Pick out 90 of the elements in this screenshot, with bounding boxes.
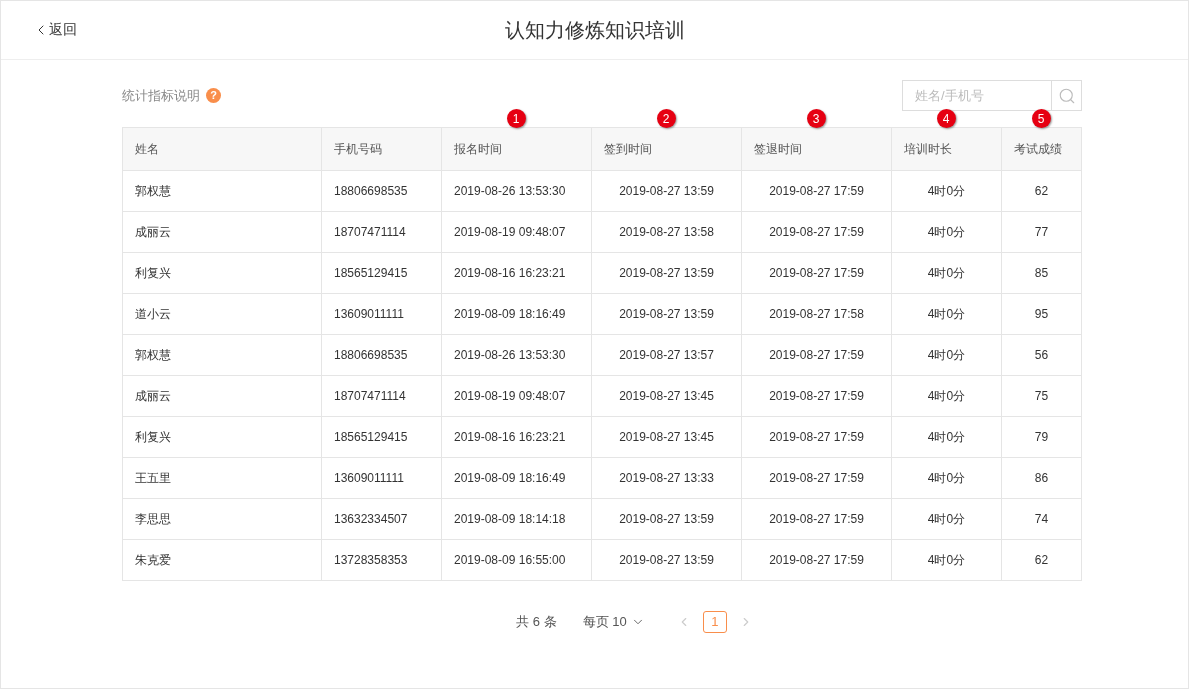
number-badge: 4 [936,109,956,128]
table-cell: 77 [1001,211,1082,253]
number-badge: 5 [1031,109,1051,128]
table-cell: 2019-08-27 17:59 [741,457,892,499]
table-cell: 2019-08-16 16:23:21 [441,416,592,458]
column-header: 报名时间 [441,127,592,171]
search-field[interactable]: 姓名/手机号 [902,80,1052,111]
table-cell: 95 [1001,293,1082,335]
table-cell: 4时0分 [891,293,1002,335]
table-cell: 2019-08-09 16:55:00 [441,539,592,581]
number-badge: 1 [506,109,526,128]
table-cell: 郭权慧 [122,334,322,376]
page-size-select[interactable]: 每页 10 [582,612,645,632]
table-cell: 4时0分 [891,498,1002,540]
table-cell: 王五里 [122,457,322,499]
table-cell: 2019-08-27 17:59 [741,334,892,376]
table-cell: 56 [1001,334,1082,376]
table-cell: 2019-08-27 13:59 [591,498,742,540]
table-cell: 2019-08-27 17:58 [741,293,892,335]
column-header: 签退时间 [741,127,892,171]
table-cell: 18565129415 [321,252,442,294]
table-cell: 18806698535 [321,334,442,376]
table-cell: 利复兴 [122,252,322,294]
table-cell: 2019-08-27 17:59 [741,252,892,294]
column-header: 手机号码 [321,127,442,171]
table-cell: 4时0分 [891,416,1002,458]
column-header: 考试成绩 [1001,127,1082,171]
table-cell: 2019-08-27 17:59 [741,211,892,253]
table-cell: 郭权慧 [122,170,322,212]
table-cell: 85 [1001,252,1082,294]
table-cell: 成丽云 [122,375,322,417]
table-cell: 2019-08-27 17:59 [741,416,892,458]
table-cell: 2019-08-16 16:23:21 [441,252,592,294]
table-cell: 13632334507 [321,498,442,540]
table-cell: 朱克爱 [122,539,322,581]
table-cell: 4时0分 [891,170,1002,212]
table-cell: 13728358353 [321,539,442,581]
table-cell: 18707471114 [321,375,442,417]
table-cell: 2019-08-09 18:14:18 [441,498,592,540]
column-header: 姓名 [122,127,322,171]
table-cell: 2019-08-27 13:59 [591,539,742,581]
table-cell: 18806698535 [321,170,442,212]
table-cell: 62 [1001,539,1082,581]
table-cell: 4时0分 [891,375,1002,417]
table-cell: 2019-08-09 18:16:49 [441,457,592,499]
number-badge: 3 [806,109,826,128]
search-icon [1057,86,1076,105]
table-cell: 75 [1001,375,1082,417]
column-header: 培训时长 [891,127,1002,171]
table-cell: 2019-08-27 13:59 [591,170,742,212]
table-cell: 2019-08-26 13:53:30 [441,170,592,212]
table-cell: 18707471114 [321,211,442,253]
table-cell: 2019-08-19 09:48:07 [441,375,592,417]
table-cell: 2019-08-19 09:48:07 [441,211,592,253]
table-cell: 2019-08-27 13:59 [591,293,742,335]
table-cell: 2019-08-27 13:45 [591,416,742,458]
table-cell: 86 [1001,457,1082,499]
table-cell: 2019-08-27 17:59 [741,170,892,212]
number-badge: 2 [656,109,676,128]
table-cell: 13609011111 [321,457,442,499]
table-cell: 4时0分 [891,334,1002,376]
table-cell: 利复兴 [122,416,322,458]
table-cell: 2019-08-27 17:59 [741,375,892,417]
table-cell: 李思思 [122,498,322,540]
stats-label: 统计指标说明 [122,86,200,105]
table-cell: 62 [1001,170,1082,212]
table-cell: 4时0分 [891,252,1002,294]
table-cell: 道小云 [122,293,322,335]
search-button[interactable] [1052,80,1082,111]
table-cell: 74 [1001,498,1082,540]
back-button[interactable]: 返回 [33,19,77,40]
column-header: 签到时间 [591,127,742,171]
table-cell: 2019-08-27 13:59 [591,252,742,294]
table-cell: 2019-08-26 13:53:30 [441,334,592,376]
table-cell: 2019-08-27 13:45 [591,375,742,417]
page-title: 认知力修炼知识培训 [504,18,685,43]
table-cell: 成丽云 [122,211,322,253]
total-count: 共 6 条 [516,613,557,632]
table-cell: 2019-08-09 18:16:49 [441,293,592,335]
table-cell: 2019-08-27 13:33 [591,457,742,499]
table-cell: 2019-08-27 13:57 [591,334,742,376]
table-cell: 4时0分 [891,211,1002,253]
table-cell: 13609011111 [321,293,442,335]
table-cell: 2019-08-27 17:59 [741,498,892,540]
table-cell: 2019-08-27 13:58 [591,211,742,253]
table-cell: 18565129415 [321,416,442,458]
table-cell: 4时0分 [891,457,1002,499]
table-cell: 4时0分 [891,539,1002,581]
table-cell: 79 [1001,416,1082,458]
table-cell: 2019-08-27 17:59 [741,539,892,581]
